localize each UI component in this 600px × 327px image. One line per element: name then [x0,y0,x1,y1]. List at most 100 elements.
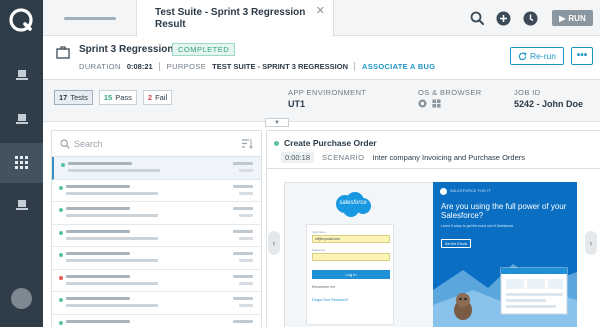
placeholder-text-line [239,259,253,262]
screenshot-preview[interactable]: salesforce Username sf@mymail.com Passwo… [284,182,577,327]
laptop-icon [15,70,28,80]
scenario-label: SCENARIO [322,153,365,162]
pass-status-dot [59,185,63,190]
caret-down-icon: ▼ [274,119,280,126]
result-counts: 17 Tests 15 Pass 2 Fail [54,90,173,105]
promo-title: Are you using the full power of your Sal… [441,202,567,220]
os-browser: OS & BROWSER [418,88,482,108]
plus-circle-icon [496,11,511,25]
placeholder-text-line [239,236,253,240]
placeholder-text-line [66,259,158,262]
os-browser-label: OS & BROWSER [418,88,482,97]
list-item[interactable] [52,270,261,292]
refresh-icon [518,51,527,60]
placeholder-text-line [239,169,253,172]
search-button[interactable] [463,7,490,29]
filter-fail[interactable]: 2 Fail [142,90,173,105]
placeholder-text-line [66,274,130,278]
os-browser-icons [418,99,482,108]
history-button[interactable] [517,7,544,29]
nav-item-runs[interactable] [0,99,43,139]
app-root: Test Suite - Sprint 3 Regression Result … [0,0,600,327]
job-id: JOB ID 5242 - John Doe [514,88,583,109]
list-item[interactable] [52,292,261,315]
badge-icon [440,188,447,195]
run-button[interactable]: ▶ RUN [552,10,593,26]
more-options-button[interactable]: ••• [571,47,593,65]
password-label: Password [312,248,326,252]
detail-meta: 0:00:18 SCENARIO Inter company Invoicing… [281,152,525,163]
pass-count: 15 [103,93,113,102]
app-environment: APP ENVIRONMENT UT1 [288,88,366,109]
placeholder-text-line [233,319,253,323]
placeholder-text-line [66,236,158,240]
placeholder-text-line [66,281,158,285]
list-item[interactable] [52,225,261,247]
sort-icon[interactable] [241,138,253,149]
add-button[interactable] [490,7,517,29]
nav-item-devices[interactable] [0,185,43,225]
list-item[interactable] [52,247,261,270]
top-bar: Test Suite - Sprint 3 Regression Result … [43,0,600,37]
search-input[interactable] [74,136,224,152]
list-item[interactable] [52,315,261,327]
pass-status-dot [59,230,63,235]
tests-count: 17 [59,93,68,102]
job-id-label: JOB ID [514,88,541,97]
previous-screenshot-button[interactable]: ‹ [268,231,280,255]
filter-all-tests[interactable]: 17 Tests [54,90,93,105]
app-logo-icon[interactable] [9,8,33,32]
run-label: RUN [568,13,586,23]
run-summary: 17 Tests 15 Pass 2 Fail APP ENVIRONMENT … [43,80,600,122]
pass-status-dot [59,320,63,325]
salesforce-logo: salesforce [331,191,375,218]
tab-suite-result[interactable]: Test Suite - Sprint 3 Regression Result … [136,0,334,37]
list-item[interactable] [52,180,261,202]
promo-subtitle: Learn 5 ways to get the most out of Sale… [441,224,515,228]
fail-count: 2 [147,93,153,102]
rerun-label: Re-run [530,51,556,61]
nav-item-tests[interactable] [0,55,43,95]
search-icon [60,139,70,149]
list-item[interactable] [52,202,261,225]
test-duration: 0:00:18 [281,152,315,163]
test-list-panel [51,130,262,327]
laptop-icon [15,200,28,210]
nav-item-results[interactable] [0,143,43,183]
pass-label: Pass [115,93,132,102]
test-list [52,157,261,327]
divider [354,62,356,71]
promo-kicker: SALESFORCE FOR IT [450,189,492,193]
purpose-label: PURPOSE [166,62,207,71]
placeholder-text-line [66,214,158,217]
collapse-summary-toggle[interactable]: ▼ [265,118,289,127]
placeholder-text-line [233,274,253,278]
tab-title: Test Suite - Sprint 3 Regression Result [155,7,306,30]
rerun-button[interactable]: Re-run [510,47,564,65]
close-icon[interactable]: ✕ [316,4,325,17]
next-screenshot-button[interactable]: › [585,231,597,255]
filter-pass[interactable]: 15 Pass [98,90,137,105]
promo-cta: Get the Ebook [441,239,471,248]
placeholder-text-line [233,229,253,233]
detail-title: Create Purchase Order [284,138,377,148]
list-item[interactable] [52,157,261,180]
suite-header: Sprint 3 Regression COMPLETED DURATION 0… [43,36,600,80]
tab-switcher[interactable] [43,0,136,36]
placeholder-text-line [233,162,253,165]
placeholder-text-line [233,297,253,300]
placeholder-text-line [66,184,130,188]
placeholder-text-line [66,319,130,323]
promo-illustration [433,264,577,327]
tests-label: Tests [70,93,88,102]
chevron-left-icon: ‹ [272,238,276,248]
top-actions: ▶ RUN [463,0,600,36]
user-avatar[interactable] [11,288,32,309]
search-bar [52,131,261,157]
windows-icon [432,99,441,108]
duration-label: DURATION [79,62,121,71]
associate-bug-link[interactable]: ASSOCIATE A BUG [362,62,435,71]
divider [158,62,160,71]
promo-panel-thumbnail: SALESFORCE FOR IT Are you using the full… [433,182,577,327]
placeholder-text-line [233,252,253,255]
